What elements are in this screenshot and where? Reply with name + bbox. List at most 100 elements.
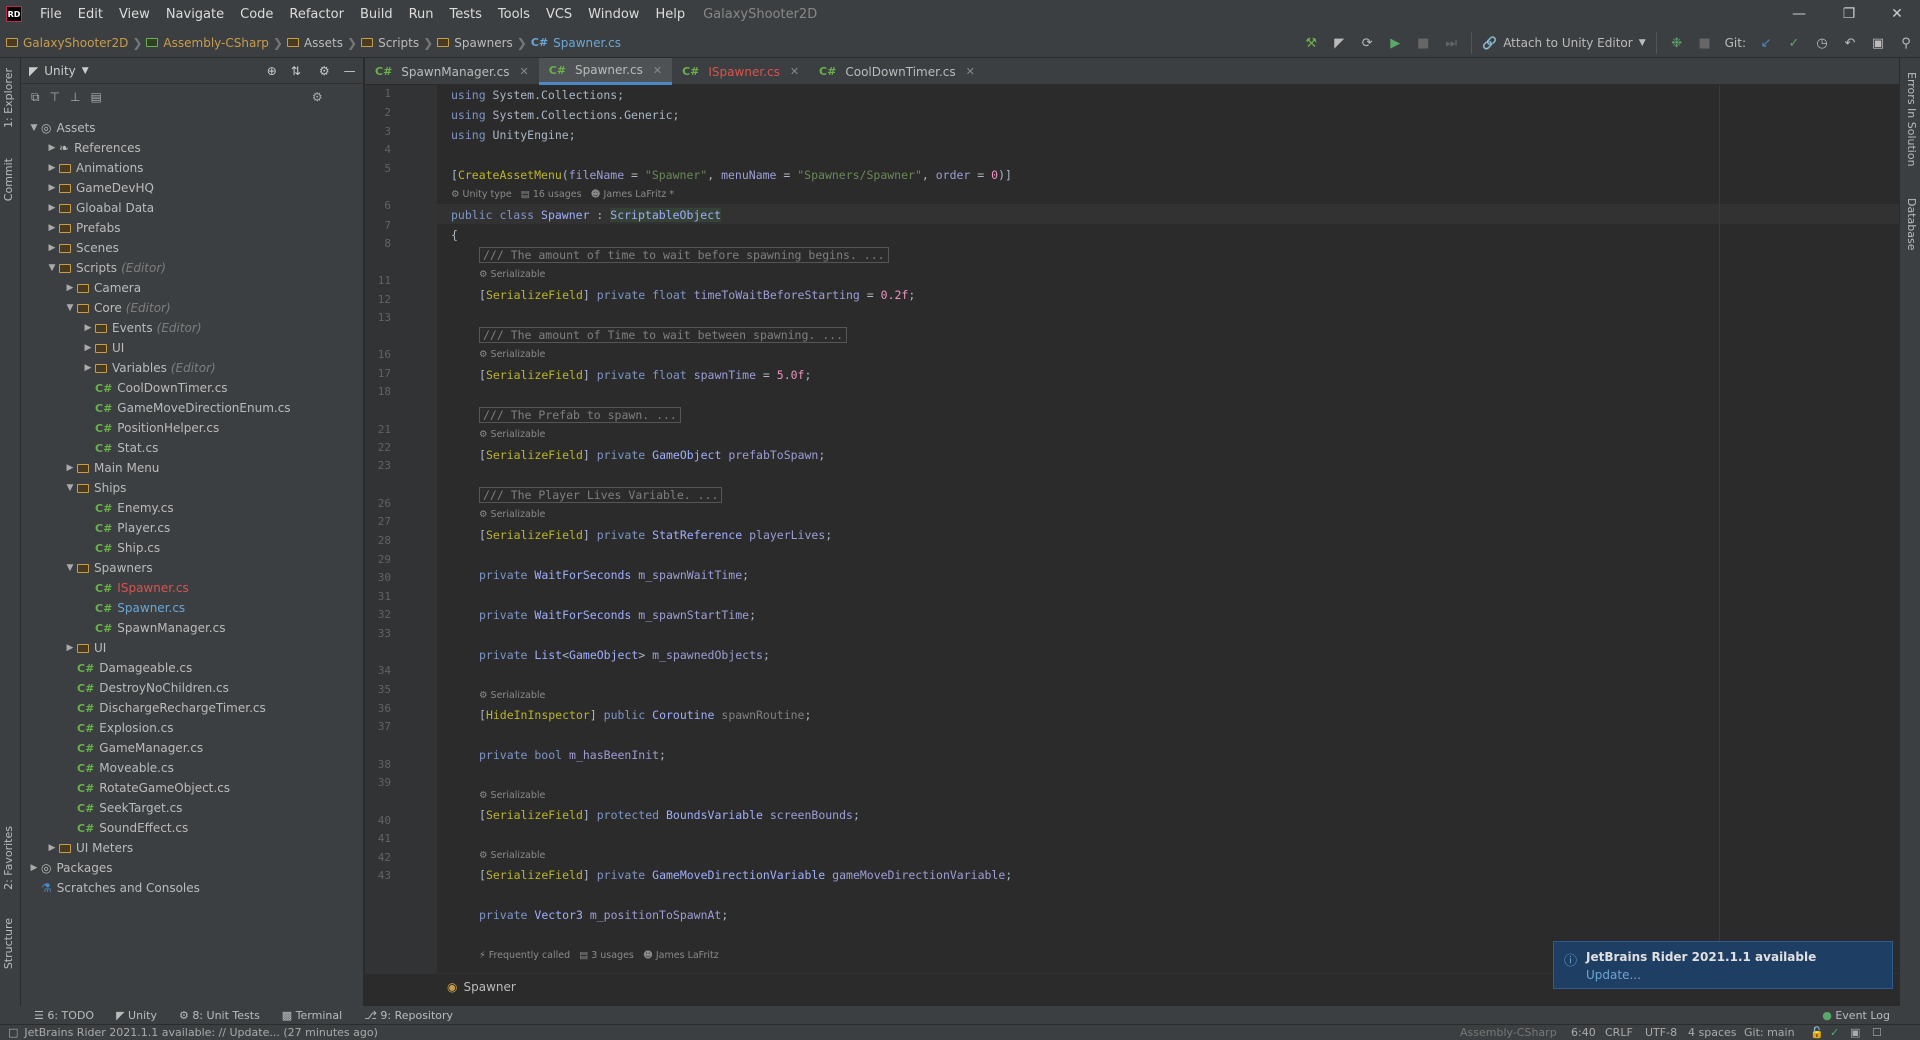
preview-icon[interactable]: ▤ bbox=[90, 90, 101, 104]
event-log-button[interactable]: ● Event Log bbox=[1822, 1009, 1890, 1022]
chevron-down-icon[interactable]: ▼ bbox=[63, 303, 77, 313]
stop-icon[interactable]: ■ bbox=[1415, 35, 1431, 51]
tree-item[interactable]: ▶ Main Menu bbox=[21, 458, 364, 478]
build-hammer-icon[interactable]: ⚒ bbox=[1303, 35, 1319, 51]
close-tab-icon[interactable]: ✕ bbox=[653, 64, 662, 77]
file-item[interactable]: ▶C# CoolDownTimer.cs bbox=[21, 378, 364, 398]
chevron-right-icon[interactable]: ▶ bbox=[63, 803, 77, 813]
crumb-file[interactable]: Spawner.cs bbox=[553, 36, 621, 50]
gear-icon[interactable]: ⚙ bbox=[319, 64, 330, 78]
crumb-assets[interactable]: Assets bbox=[304, 36, 343, 50]
play-icon[interactable]: ▶ bbox=[1387, 35, 1403, 51]
tab-cooldowntimer[interactable]: C# CoolDownTimer.cs ✕ bbox=[809, 58, 985, 85]
collapse-all-icon[interactable]: ⇅ bbox=[291, 64, 301, 78]
tree-item[interactable]: ▼ Ships bbox=[21, 478, 364, 498]
file-item[interactable]: ▶C# Moveable.cs bbox=[21, 758, 364, 778]
tree-item[interactable]: ▶ Events (Editor) bbox=[21, 318, 364, 338]
lock-icon[interactable]: 🔓 bbox=[1810, 1026, 1824, 1039]
indent-setting[interactable]: 4 spaces bbox=[1688, 1026, 1737, 1039]
structure-tool-tab[interactable]: Structure bbox=[2, 918, 15, 969]
menu-edit[interactable]: Edit bbox=[70, 7, 111, 22]
file-item[interactable]: ▶C# Explosion.cs bbox=[21, 718, 364, 738]
chevron-right-icon[interactable]: ▶ bbox=[63, 663, 77, 673]
todo-tool-button[interactable]: ☰ 6: TODO bbox=[34, 1009, 94, 1022]
tree-item[interactable]: ▶ ◎ Packages bbox=[21, 858, 364, 878]
explorer-view-selector[interactable]: Unity bbox=[44, 64, 76, 78]
tree-item[interactable]: ▶ Gloabal Data bbox=[21, 198, 364, 218]
menu-file[interactable]: File bbox=[32, 7, 70, 22]
file-item[interactable]: ▶C# ISpawner.cs bbox=[21, 578, 364, 598]
chevron-right-icon[interactable]: ▶ bbox=[63, 703, 77, 713]
minimize-icon[interactable]: — bbox=[1776, 0, 1822, 28]
debug-bug-icon[interactable]: ❉ bbox=[1669, 35, 1685, 51]
file-item[interactable]: ▶C# GameMoveDirectionEnum.cs bbox=[21, 398, 364, 418]
file-encoding[interactable]: UTF-8 bbox=[1645, 1026, 1677, 1039]
errors-in-solution-tab[interactable]: Errors In Solution bbox=[1905, 72, 1918, 167]
git-history-icon[interactable]: ◷ bbox=[1814, 35, 1830, 51]
chevron-right-icon[interactable]: ▶ bbox=[63, 283, 77, 293]
chevron-right-icon[interactable]: ▶ bbox=[81, 623, 95, 633]
chevron-right-icon[interactable]: ▶ bbox=[81, 503, 95, 513]
refresh-icon[interactable]: ⟳ bbox=[1359, 35, 1375, 51]
git-rollback-icon[interactable]: ↶ bbox=[1842, 35, 1858, 51]
file-item[interactable]: ▶C# SoundEffect.cs bbox=[21, 818, 364, 838]
tree-item[interactable]: ▶⚗ Scratches and Consoles bbox=[21, 878, 364, 898]
close-tab-icon[interactable]: ✕ bbox=[790, 65, 799, 78]
tree-item[interactable]: ▼ Scripts (Editor) bbox=[21, 258, 364, 278]
file-item[interactable]: ▶C# Enemy.cs bbox=[21, 498, 364, 518]
tree-item[interactable]: ▶ Camera bbox=[21, 278, 364, 298]
tree-item[interactable]: ▶ UI bbox=[21, 638, 364, 658]
chevron-right-icon[interactable]: ▶ bbox=[81, 443, 95, 453]
restore-icon[interactable]: ❐ bbox=[1826, 0, 1872, 28]
chevron-right-icon[interactable]: ▶ bbox=[45, 843, 59, 853]
code-editor[interactable]: 1 2 3 4 5 6 7 8 11 12 13 16 17 18 21 22 23 26 27 28 29 30 31 32… bbox=[365, 85, 1899, 973]
chevron-right-icon[interactable]: ▶ bbox=[81, 363, 95, 373]
tree-item[interactable]: ▼ Core (Editor) bbox=[21, 298, 364, 318]
file-item[interactable]: ▶C# DestroyNoChildren.cs bbox=[21, 678, 364, 698]
tree-item[interactable]: ▼ ◎ Assets bbox=[21, 118, 364, 138]
unit-tests-tool-button[interactable]: ⚙ 8: Unit Tests bbox=[179, 1009, 260, 1022]
chevron-right-icon[interactable]: ▶ bbox=[45, 143, 59, 153]
tree-item[interactable]: ▶ Animations bbox=[21, 158, 364, 178]
file-item[interactable]: ▶C# SeekTarget.cs bbox=[21, 798, 364, 818]
favorites-tool-tab[interactable]: 2: Favorites bbox=[2, 826, 15, 890]
chevron-right-icon[interactable]: ▶ bbox=[63, 723, 77, 733]
file-item[interactable]: ▶C# PositionHelper.cs bbox=[21, 418, 364, 438]
chevron-right-icon[interactable]: ▶ bbox=[45, 163, 59, 173]
status-context[interactable]: Assembly-CSharp bbox=[1460, 1026, 1557, 1039]
close-tab-icon[interactable]: ✕ bbox=[519, 65, 528, 78]
step-icon[interactable]: ⏭ bbox=[1443, 35, 1459, 51]
menu-refactor[interactable]: Refactor bbox=[281, 7, 352, 22]
chevron-right-icon[interactable]: ▶ bbox=[45, 183, 59, 193]
unity-tool-button[interactable]: ◤ Unity bbox=[116, 1009, 157, 1022]
chevron-right-icon[interactable]: ▶ bbox=[27, 883, 41, 893]
filter-icon[interactable]: ⊤ bbox=[50, 90, 60, 104]
chevron-down-icon[interactable]: ▼ bbox=[27, 123, 41, 133]
file-item[interactable]: ▶C# Stat.cs bbox=[21, 438, 364, 458]
line-separator[interactable]: CRLF bbox=[1605, 1026, 1633, 1039]
chevron-right-icon[interactable]: ▶ bbox=[81, 403, 95, 413]
chevron-down-icon[interactable]: ▼ bbox=[63, 563, 77, 573]
menu-window[interactable]: Window bbox=[580, 7, 647, 22]
chevron-right-icon[interactable]: ▶ bbox=[27, 863, 41, 873]
commit-tool-tab[interactable]: Commit bbox=[2, 158, 15, 201]
chevron-right-icon[interactable]: ▶ bbox=[63, 743, 77, 753]
chevron-right-icon[interactable]: ▶ bbox=[63, 783, 77, 793]
chevron-down-icon[interactable]: ▼ bbox=[63, 483, 77, 493]
chevron-down-icon[interactable]: ▼ bbox=[45, 263, 59, 273]
menu-help[interactable]: Help bbox=[647, 7, 693, 22]
caret-position[interactable]: 6:40 bbox=[1571, 1026, 1596, 1039]
file-item[interactable]: ▶C# DischargeRechargeTimer.cs bbox=[21, 698, 364, 718]
tab-ispawner[interactable]: C# ISpawner.cs ✕ bbox=[672, 58, 809, 85]
menu-build[interactable]: Build bbox=[352, 7, 401, 22]
tree-item[interactable]: ▼ Spawners bbox=[21, 558, 364, 578]
status-message[interactable]: JetBrains Rider 2021.1.1 available: // U… bbox=[24, 1026, 377, 1039]
notifications-icon[interactable]: ☐ bbox=[1872, 1026, 1882, 1039]
line-number-gutter[interactable]: 1 2 3 4 5 6 7 8 11 12 13 16 17 18 21 22 23 26 27 28 29 30 31 32… bbox=[365, 85, 437, 973]
memory-icon[interactable]: ▣ bbox=[1850, 1026, 1860, 1039]
menu-vcs[interactable]: VCS bbox=[538, 7, 580, 22]
update-notification[interactable]: ⓘ JetBrains Rider 2021.1.1 available Upd… bbox=[1553, 941, 1893, 989]
settings-gear-icon[interactable]: ⚙ bbox=[312, 90, 323, 104]
close-window-icon[interactable]: ✕ bbox=[1874, 0, 1920, 28]
explorer-tool-tab[interactable]: 1: Explorer bbox=[2, 68, 15, 128]
